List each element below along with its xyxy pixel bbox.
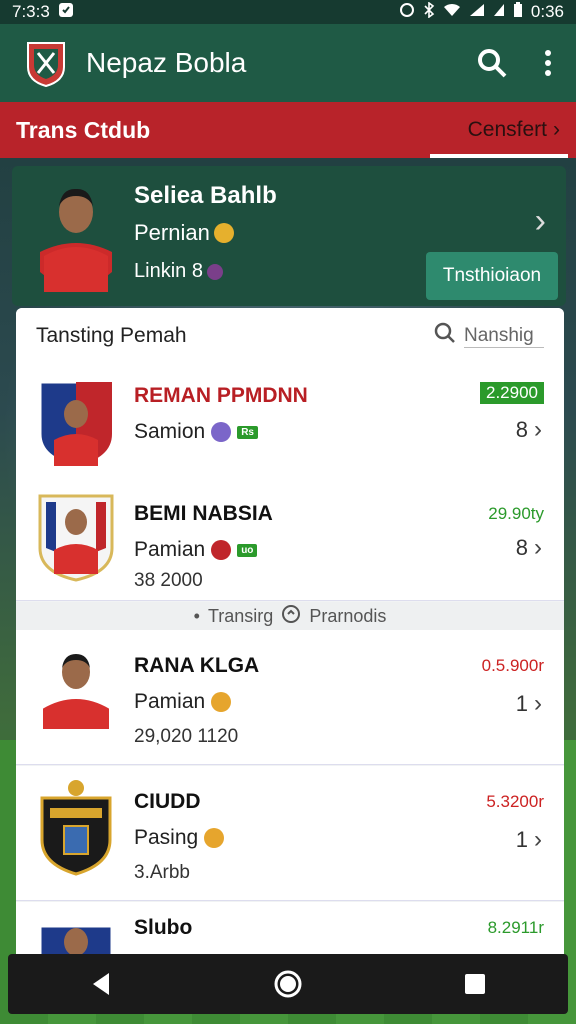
player-role-label: Pamian [134, 538, 206, 561]
player-stat: 29,020 1120 [134, 726, 239, 747]
player-name: Slubo [134, 916, 193, 939]
player-role: Pamian [134, 690, 232, 714]
info-icon [281, 604, 301, 629]
profile-link-label: Linkin 8 [134, 260, 203, 282]
club-value: 5.3200r [486, 792, 544, 811]
profile-link[interactable]: Linkin 8 [134, 260, 223, 283]
count-label: 8 [515, 535, 528, 560]
signal-2-icon [493, 2, 505, 22]
profile-role-label: Pernian [134, 220, 210, 245]
player-value: 0.5.900r [481, 656, 544, 675]
position-tag: uo [237, 543, 258, 557]
player-badge-icon [36, 644, 116, 734]
list-header: Tansting Pemah [16, 308, 564, 364]
wifi-icon [443, 2, 461, 22]
more-options-icon[interactable] [544, 49, 552, 77]
player-value: 8.2911r [487, 918, 544, 937]
chevron-right-icon: › [534, 416, 542, 443]
transfer-button[interactable]: Tnsthioiaon [426, 252, 558, 300]
search-input[interactable] [464, 324, 544, 348]
search-icon[interactable] [476, 47, 508, 79]
status-time: 7:3:3 [12, 2, 50, 21]
star-icon [211, 422, 232, 442]
tab-indicator [430, 154, 568, 158]
count-label: 1 [515, 691, 528, 716]
club-count[interactable]: 1 › [516, 826, 542, 854]
chevron-right-icon: › [534, 690, 542, 717]
emoji-icon [211, 692, 232, 712]
medal-icon [206, 263, 223, 280]
bluetooth-icon [423, 0, 435, 23]
chevron-right-icon: › [553, 118, 560, 141]
player-name: RANA KLGA [134, 654, 260, 677]
alarm-icon [399, 2, 415, 23]
player-value: 2.2900 [480, 382, 544, 404]
system-nav-bar [8, 954, 568, 1014]
home-icon[interactable] [258, 954, 318, 1014]
count-label: 1 [515, 827, 528, 852]
status-bar: 7:3:3 0:36 [0, 0, 576, 24]
profile-name: Seliea Bahlb [134, 182, 277, 209]
player-row[interactable]: CIUDD Pasing 3.Arbb 5.3200r 1 › [16, 766, 564, 901]
player-name: REMAN PPMDNN [134, 384, 308, 407]
profile-card[interactable]: Seliea Bahlb Pernian Linkin 8 › Tnsthioi… [12, 166, 566, 306]
app-bar: Nepaz Bobla [0, 24, 576, 102]
player-name: BEMI NABSIA [134, 502, 273, 525]
emoji-icon [213, 223, 234, 243]
player-list-panel: Tansting Pemah REMAN PPMDNN Samion Rs 2.… [16, 308, 564, 968]
section-link-label: Censfert [467, 118, 547, 141]
profile-role: Pernian [134, 220, 234, 246]
player-role-label: Pamian [134, 690, 206, 713]
notification-icon [58, 2, 74, 23]
player-stat: 38 2000 [134, 570, 203, 591]
emoji-icon [204, 828, 225, 848]
player-avatar [30, 172, 122, 292]
battery-icon [513, 1, 523, 23]
player-count[interactable]: 8 › [516, 534, 542, 562]
section-link[interactable]: Censfert › [468, 118, 560, 142]
club-name: CIUDD [134, 790, 201, 813]
club-stat: 3.Arbb [134, 862, 190, 883]
player-count[interactable]: 8 › [516, 416, 542, 444]
list-title: Tansting Pemah [36, 324, 187, 347]
position-tag: Rs [237, 425, 258, 439]
player-role-label: Samion [134, 420, 206, 443]
back-icon[interactable] [71, 954, 131, 1014]
list-search[interactable] [434, 322, 544, 350]
club-role-label: Pasing [134, 826, 199, 849]
player-role: Samion Rs [134, 420, 258, 444]
player-badge-icon [36, 492, 116, 582]
flag-icon [211, 540, 232, 560]
divider-right-label: Prarnodis [309, 605, 387, 626]
club-logo-icon [24, 39, 68, 88]
divider-left-label: Transirg [207, 605, 274, 626]
bullet-icon: • [193, 605, 200, 626]
player-row[interactable]: RANA KLGA Pamian 29,020 1120 0.5.900r 1 … [16, 630, 564, 765]
player-badge-icon [36, 378, 116, 468]
count-label: 8 [515, 417, 528, 442]
club-badge-icon [36, 778, 116, 876]
signal-icon [469, 2, 485, 22]
player-value: 29.90ty [488, 504, 544, 523]
player-row[interactable]: REMAN PPMDNN Samion Rs 2.2900 8 › [16, 364, 564, 483]
section-divider: • Transirg Prarnodis [16, 602, 564, 630]
player-row[interactable]: BEMI NABSIA Pamian uo 38 2000 29.90ty 8 … [16, 482, 564, 601]
app-title: Nepaz Bobla [86, 47, 247, 78]
chevron-right-icon[interactable]: › [535, 202, 546, 241]
status-clock: 0:36 [530, 2, 564, 21]
player-count[interactable]: 1 › [516, 690, 542, 718]
search-icon [434, 322, 456, 350]
club-role: Pasing [134, 826, 225, 850]
chevron-right-icon: › [534, 534, 542, 561]
section-header: Trans Ctdub Censfert › [0, 102, 576, 158]
chevron-right-icon: › [534, 826, 542, 853]
player-role: Pamian uo [134, 538, 258, 562]
recents-icon[interactable] [445, 954, 505, 1014]
section-title: Trans Ctdub [16, 116, 151, 143]
